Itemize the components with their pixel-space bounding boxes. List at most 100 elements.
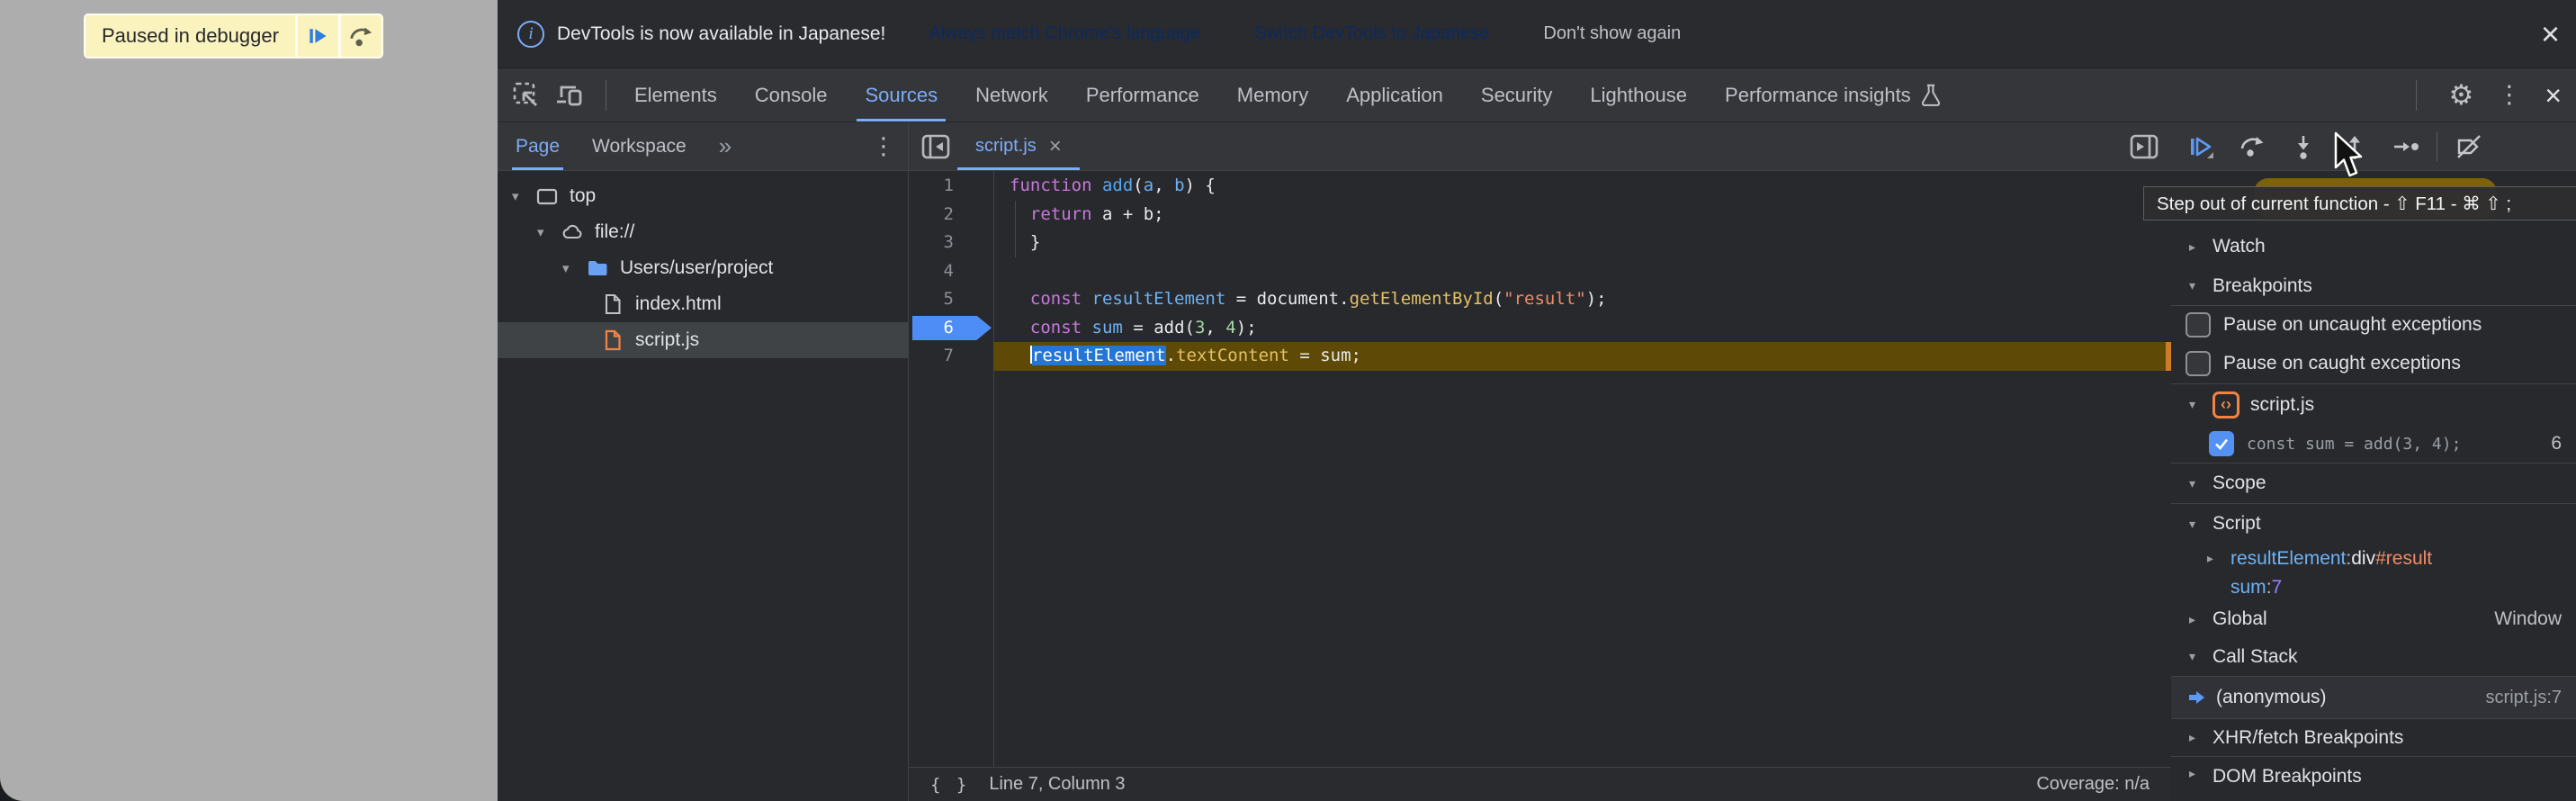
step-into-icon [2290, 133, 2317, 160]
step-over-button[interactable] [338, 15, 381, 57]
tree-row[interactable]: top [498, 178, 908, 214]
panel-tab[interactable]: Performance [1067, 68, 1218, 122]
code-editor[interactable]: 1 function add(a, b) { [909, 171, 2171, 767]
line-number-gutter[interactable]: 6 [909, 314, 993, 343]
section-breakpoints[interactable]: Breakpoints [2171, 266, 2576, 306]
chevron-down-icon[interactable] [2189, 397, 2212, 412]
scope-var-sum[interactable]: sum: 7 [2171, 573, 2576, 601]
panel-tab[interactable]: Lighthouse [1571, 68, 1706, 122]
navigator-kebab-icon[interactable]: ⋮ [872, 132, 895, 160]
line-number[interactable]: 5 [944, 289, 954, 309]
code-line[interactable]: const sum = add(3, 4); [993, 314, 2171, 343]
scope-script-group[interactable]: Script [2171, 504, 2576, 544]
pause-caught-row[interactable]: Pause on caught exceptions [2171, 344, 2576, 384]
pretty-print-braces-icon[interactable]: { } [930, 775, 969, 795]
line-number[interactable]: 4 [944, 261, 954, 281]
chevron-down-icon[interactable] [2189, 649, 2212, 664]
chevron-right-icon[interactable] [2189, 239, 2212, 255]
paused-in-debugger-banner: Paused in debugger [85, 15, 381, 57]
resume-script-button[interactable] [295, 15, 338, 57]
settings-gear-icon[interactable]: ⚙ [2449, 81, 2474, 109]
line-number[interactable]: 1 [944, 176, 954, 195]
pause-uncaught-row[interactable]: Pause on uncaught exceptions [2171, 306, 2576, 344]
chevron-down-icon[interactable] [2189, 476, 2212, 491]
step-into-button[interactable] [2277, 128, 2329, 166]
section-dom-breakpoints[interactable]: DOM Breakpoints [2171, 756, 2576, 801]
tree-expand-arrow-icon[interactable] [537, 224, 561, 240]
more-tabs-chevron-icon[interactable]: » [719, 132, 732, 160]
code-line[interactable]: resultElement.textContent = sum; [993, 342, 2171, 371]
chevron-right-icon[interactable] [2189, 766, 2212, 781]
call-stack-frame[interactable]: (anonymous) script.js:7 [2171, 677, 2576, 718]
chevron-right-icon[interactable] [2207, 551, 2230, 566]
panel-tab[interactable]: Application [1327, 68, 1462, 122]
line-number-gutter[interactable]: 1 [909, 172, 993, 201]
tab-page[interactable]: Page [516, 122, 560, 170]
device-toolbar-icon[interactable] [553, 79, 586, 112]
line-number[interactable]: 7 [944, 346, 954, 365]
line-number-gutter[interactable]: 4 [909, 257, 993, 286]
infobar-action-button[interactable]: Don't show again [1523, 14, 1701, 54]
code-token: a + b; [1092, 204, 1164, 224]
chevron-right-icon[interactable] [2189, 730, 2212, 745]
chevron-down-icon[interactable] [2189, 517, 2212, 532]
section-xhr-breakpoints[interactable]: XHR/fetch Breakpoints [2171, 718, 2576, 756]
panel-tab[interactable]: Memory [1218, 68, 1327, 122]
tree-row[interactable]: script.js [498, 322, 908, 358]
deactivate-breakpoints-button[interactable] [2443, 128, 2494, 166]
section-scope[interactable]: Scope [2171, 464, 2576, 504]
section-watch[interactable]: Watch [2171, 227, 2576, 266]
collapse-debugger-icon[interactable] [2128, 130, 2160, 163]
line-number[interactable]: 2 [944, 204, 954, 224]
code-line[interactable] [993, 257, 2171, 286]
inspect-element-icon[interactable] [510, 79, 543, 112]
editor-tab-close-icon[interactable]: × [1049, 136, 1062, 158]
panel-tab[interactable]: Sources [846, 68, 956, 122]
chevron-right-icon[interactable] [2189, 612, 2212, 627]
line-number-gutter[interactable]: 5 [909, 285, 993, 314]
line-number-gutter[interactable]: 7 [909, 342, 993, 371]
devtools-close-icon[interactable]: × [2545, 81, 2562, 110]
panel-tab[interactable]: Security [1462, 68, 1571, 122]
tree-row[interactable]: file:// [498, 214, 908, 250]
line-number-gutter[interactable]: 3 [909, 229, 993, 257]
breakpoint-file-group[interactable]: ‹› script.js [2171, 384, 2576, 425]
panel-tab[interactable]: Performance insights [1706, 68, 1961, 122]
code-line[interactable]: return a + b; [993, 201, 2171, 230]
global-value: Window [2494, 608, 2562, 630]
checkbox-unchecked[interactable] [2186, 351, 2211, 376]
line-number-gutter[interactable]: 2 [909, 201, 993, 230]
step-over-button[interactable] [2226, 128, 2277, 166]
step-button[interactable] [2380, 128, 2431, 166]
tree-expand-arrow-icon[interactable] [562, 260, 586, 276]
panel-tab[interactable]: Network [956, 68, 1067, 122]
code-line[interactable]: } [993, 229, 2171, 257]
infobar-action-button[interactable]: Always match Chrome's language [909, 14, 1220, 54]
line-number[interactable]: 3 [944, 232, 954, 252]
checkbox-checked[interactable] [2209, 431, 2234, 456]
tab-workspace[interactable]: Workspace [592, 122, 687, 170]
line-number[interactable]: 6 [944, 318, 954, 338]
infobar-close-icon[interactable]: × [2541, 18, 2560, 50]
section-call-stack[interactable]: Call Stack [2171, 637, 2576, 677]
checkbox-unchecked[interactable] [2186, 312, 2211, 338]
tree-row[interactable]: index.html [498, 286, 908, 322]
scope-var-resultelement[interactable]: resultElement: div#result [2171, 544, 2576, 573]
collapse-navigator-icon[interactable] [920, 130, 952, 163]
code-line[interactable]: function add(a, b) { [993, 172, 2171, 201]
code-token [1082, 318, 1091, 338]
more-options-kebab-icon[interactable]: ⋮ [2497, 83, 2521, 107]
tree-row[interactable]: Users/user/project [498, 250, 908, 286]
editor-tab-scriptjs[interactable]: script.js × [957, 122, 1080, 170]
tree-expand-arrow-icon[interactable] [512, 188, 535, 204]
scope-global-group[interactable]: Global Window [2171, 601, 2576, 637]
code-line[interactable]: const resultElement = document.getElemen… [993, 285, 2171, 314]
code-token: function [1010, 176, 1092, 195]
var-value-number: 7 [2272, 577, 2283, 598]
resume-button[interactable] [2175, 128, 2226, 166]
panel-tab[interactable]: Console [736, 68, 847, 122]
breakpoint-entry[interactable]: const sum = add(3, 4); 6 [2171, 425, 2576, 464]
panel-tab[interactable]: Elements [615, 68, 736, 122]
chevron-down-icon[interactable] [2189, 278, 2212, 293]
infobar-action-button[interactable]: Switch DevTools to Japanese [1234, 14, 1509, 54]
